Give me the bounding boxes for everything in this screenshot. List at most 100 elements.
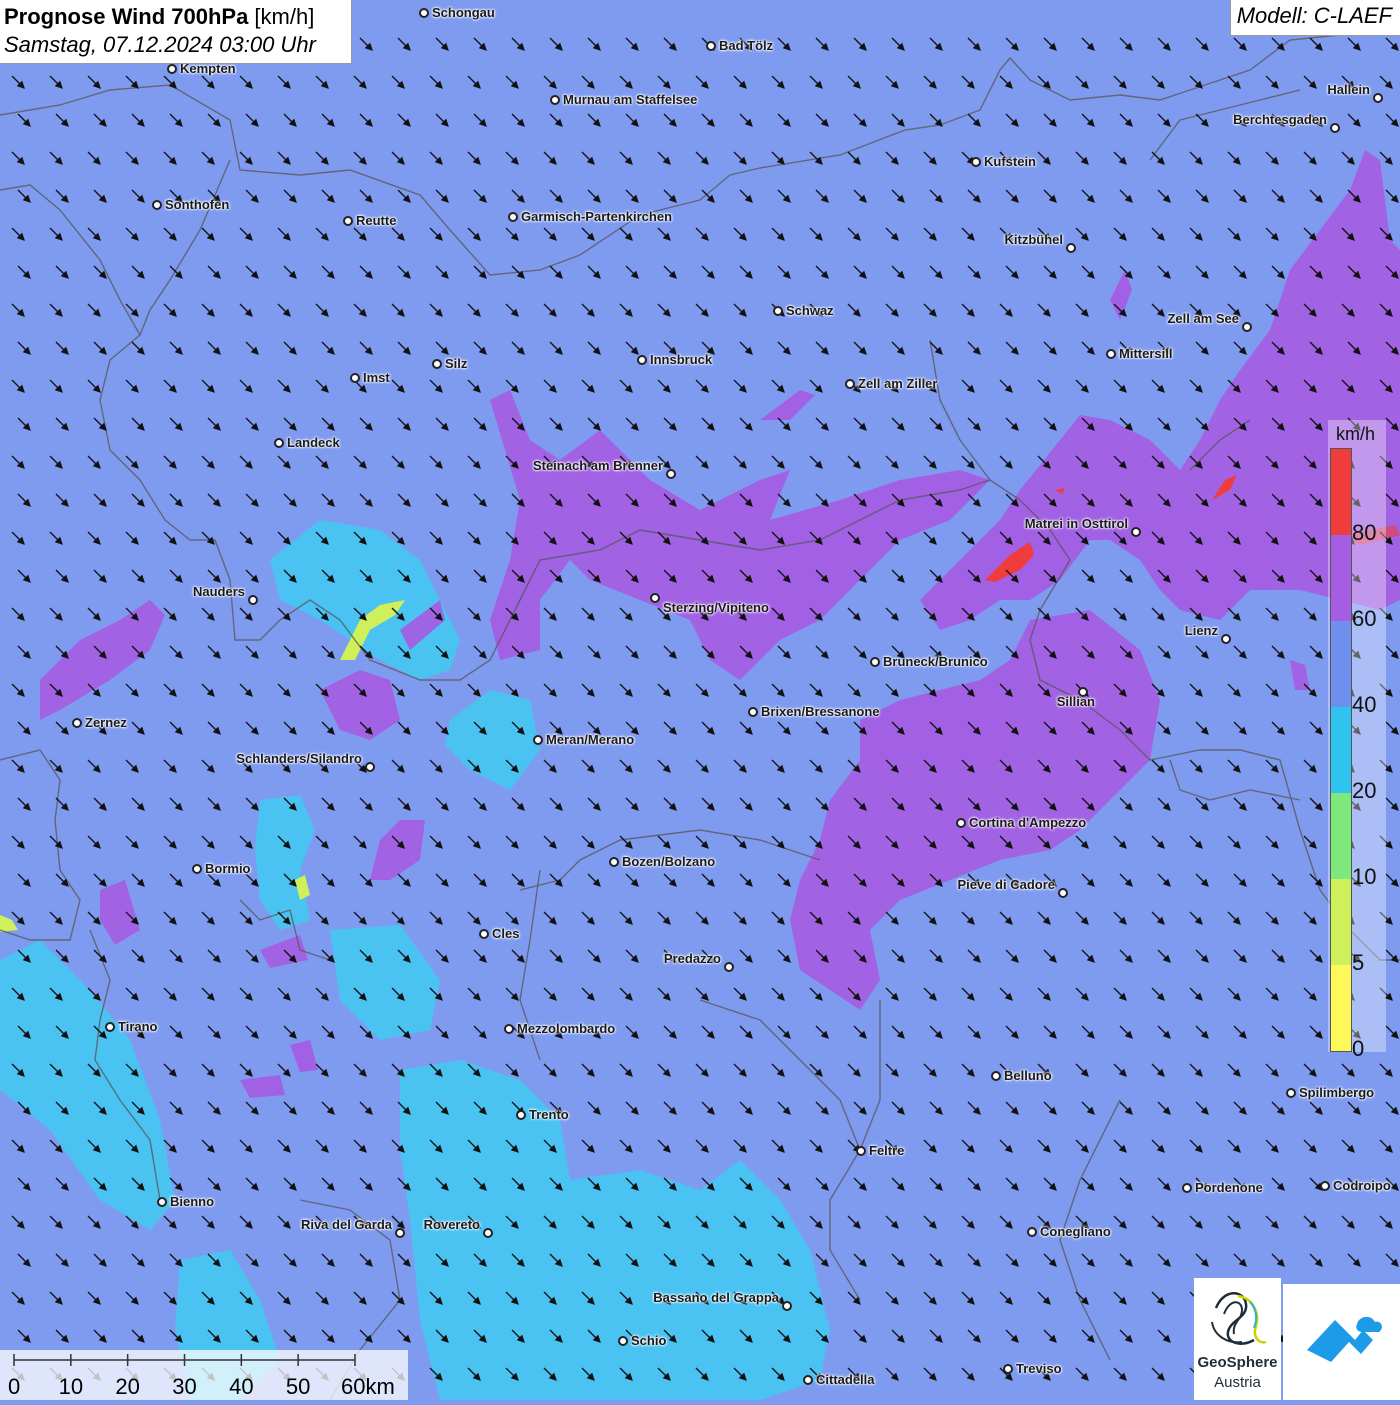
city-label: Schongau [432,5,495,20]
city-label: Bruneck/Brunico [883,654,988,669]
city-label: Belluno [1004,1068,1052,1083]
scale-label: 40 [229,1374,254,1399]
city-label: Sillian [1056,694,1095,709]
city-label: Bormio [205,861,251,876]
scale-bar: 0 10 20 30 40 50 60km [0,1350,408,1400]
city-marker [1106,349,1116,359]
city-marker [1286,1088,1296,1098]
city-label: Lienz [1184,623,1218,638]
mountain-cloud-icon [1307,1316,1382,1362]
city-label: Cortina d'Ampezzo [969,815,1087,830]
scale-label: 50 [285,1374,311,1399]
city-marker [1027,1227,1037,1237]
city-label: Riva del Garda [300,1217,392,1232]
city-marker [432,359,442,369]
city-marker [72,718,82,728]
city-label: Schlanders/Silandro [236,751,362,766]
city-label: Trento [529,1107,569,1122]
city-marker [870,657,880,667]
city-label: Bienno [170,1194,215,1209]
scale-label: 30 [172,1374,197,1399]
city-label: Cittadella [816,1372,875,1387]
city-marker [803,1375,813,1385]
city-marker [533,735,543,745]
city-label: Cles [492,926,520,941]
scale-label: 60km [341,1374,395,1399]
city-label: Kufstein [984,154,1036,169]
city-marker [274,438,284,448]
city-marker [479,929,489,939]
scale-label: 20 [115,1374,140,1399]
city-marker [748,707,758,717]
city-label: Landeck [287,435,340,450]
title-box: Prognose Wind 700hPa [km/h] Samstag, 07.… [0,0,352,64]
city-label: Codroipo [1333,1178,1391,1193]
color-legend: km/h 80 60 40 20 10 5 0 [1328,420,1386,1061]
city-label: Mittersill [1119,346,1173,361]
city-marker [395,1228,405,1238]
legend-swatch [1331,793,1351,879]
city-marker [1330,123,1340,133]
city-marker [1003,1364,1013,1374]
city-label: Imst [363,370,390,385]
city-marker [706,41,716,51]
city-marker [618,1336,628,1346]
legend-label: 80 [1352,520,1377,545]
city-label: Meran/Merano [546,732,635,747]
legend-label: 5 [1352,950,1365,975]
city-marker [1066,243,1076,253]
legend-swatch [1331,621,1351,707]
city-marker [419,8,429,18]
map-title: Prognose Wind 700hPa [km/h] [4,4,315,29]
city-marker [157,1197,167,1207]
city-marker [991,1071,1001,1081]
city-label: Pordenone [1195,1180,1263,1195]
brand-logo [1283,1284,1400,1400]
city-label: Mezzolombardo [517,1021,616,1036]
city-label: Schwaz [786,303,834,318]
city-marker [516,1110,526,1120]
city-label: Kitzbühel [1004,232,1064,247]
model-label: Modell: C-LAEF [1229,0,1400,36]
legend-swatch [1331,449,1351,535]
city-marker [508,212,518,222]
city-label: Tirano [118,1019,158,1034]
legend-bar [1330,448,1352,1052]
city-marker [609,857,619,867]
city-label: Spilimbergo [1299,1085,1375,1100]
city-label: Predazzo [663,951,721,966]
forecast-date: Samstag, 07.12.2024 03:00 Uhr [4,32,316,57]
legend-label: 20 [1352,778,1377,803]
city-label: Garmisch-Partenkirchen [521,209,673,224]
city-label: Pieve di Cadore [957,877,1055,892]
city-marker [1131,527,1141,537]
city-marker [956,818,966,828]
legend-label: 0 [1352,1036,1365,1061]
city-marker [971,157,981,167]
city-marker [1320,1181,1330,1191]
city-marker [724,962,734,972]
city-label: Brixen/Bressanone [761,704,880,719]
city-label: Berchtesgaden [1233,112,1327,127]
city-marker [504,1024,514,1034]
city-label: Reutte [356,213,397,228]
legend-label: 40 [1352,692,1377,717]
city-marker [343,216,353,226]
city-marker [773,306,783,316]
city-marker [666,469,676,479]
scale-label: 0 [8,1374,21,1399]
legend-label: 60 [1352,606,1377,631]
city-label: Sterzing/Vipiteno [663,600,769,615]
city-marker [1221,634,1231,644]
city-marker [1373,93,1383,103]
austria-text: Austria [1214,1374,1261,1391]
city-marker [192,864,202,874]
city-label: Innsbruck [650,352,713,367]
city-label: Nauders [192,584,245,599]
legend-swatch [1331,965,1351,1051]
city-label: Bozen/Bolzano [622,854,716,869]
city-marker [248,595,258,605]
legend-swatch [1331,707,1351,793]
city-marker [650,593,660,603]
city-label: Silz [445,356,468,371]
